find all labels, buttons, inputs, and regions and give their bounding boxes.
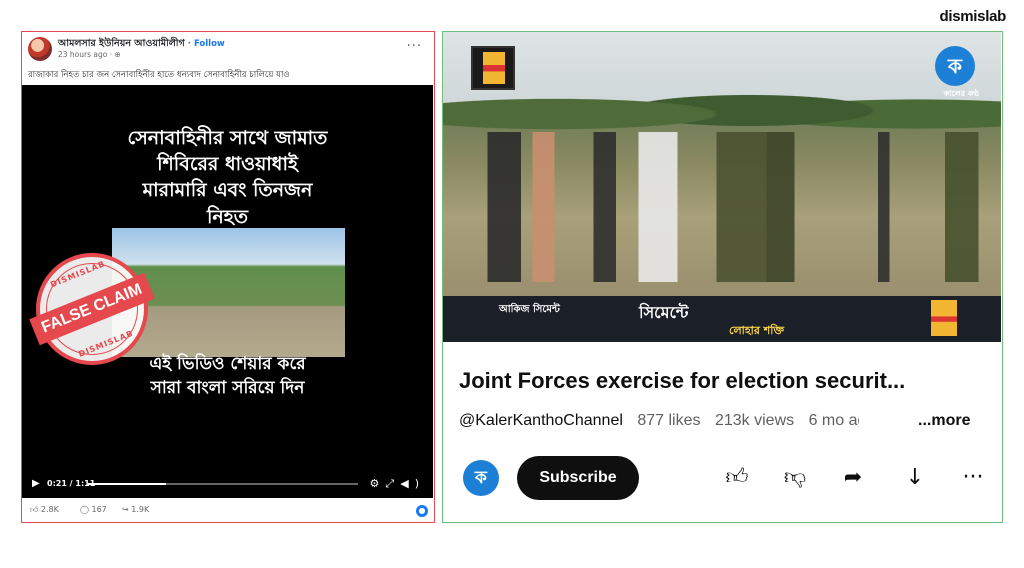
channel-watermark-icon: ক (935, 46, 975, 86)
more-description-link[interactable]: ...more (918, 412, 970, 430)
video-title-text: সেনাবাহিনীর সাথে জামাত শিবিরের ধাওয়াধাই… (22, 125, 433, 230)
volume-icon[interactable]: ◀) (400, 477, 425, 490)
like-count: 2.8K (40, 505, 59, 514)
ad-banner-brand: আকিজ সিমেন্ট (499, 304, 560, 315)
more-actions-icon[interactable]: ··· (957, 462, 989, 494)
share-stat[interactable]: ↪ 1.9K (122, 505, 149, 514)
like-stat[interactable]: 👍︎ 2.8K (30, 505, 59, 515)
subscribe-button[interactable]: Subscribe (517, 456, 639, 500)
video-info: Joint Forces exercise for election secur… (443, 344, 1001, 522)
video-title-line: মারামারি এবং তিনজন (142, 179, 313, 202)
video-meta: @KalerKanthoChannel 877 likes 213k views… (459, 412, 859, 430)
page-avatar[interactable] (28, 37, 52, 61)
more-options-icon[interactable]: ··· (407, 39, 422, 54)
video-title-line: শিবিরের ধাওয়াধাই (157, 153, 298, 176)
progress-bar[interactable] (88, 483, 358, 485)
follow-button[interactable]: · Follow (188, 39, 225, 49)
cement-bag-icon (931, 300, 957, 336)
youtube-video-frame[interactable]: ক কালের কণ্ঠ (443, 32, 1001, 296)
settings-icon[interactable]: ⚙ (370, 477, 386, 490)
youtube-panel: ক কালের কণ্ঠ আকিজ সিমেন্ট সিমেন্টে লোহার… (442, 31, 1003, 523)
dislike-icon[interactable]: 👎︎ (779, 462, 811, 494)
share-icon[interactable]: ➦ (837, 462, 869, 494)
share-count: 1.9K (131, 505, 150, 514)
video-title-line: সেনাবাহিনীর সাথে জামাত (127, 127, 328, 149)
player-control-icons: ⚙⤢◀) (370, 477, 425, 491)
ad-banner-subline: লোহার শক্তি (729, 324, 785, 337)
channel-avatar[interactable]: ক (463, 460, 499, 496)
share-icon: ↪ (122, 505, 129, 514)
page-name-text[interactable]: আমলসার ইউনিয়ন আওয়ামীলীগ (58, 38, 185, 49)
profile-selector-icon[interactable]: ● (416, 505, 428, 517)
ad-banner: আকিজ সিমেন্ট সিমেন্টে লোহার শক্তি (443, 296, 1001, 342)
comment-stat[interactable]: ◯ 167 (80, 505, 107, 514)
brand-logo: dismislab (939, 8, 1007, 25)
comment-count: 167 (91, 505, 107, 514)
like-icon[interactable]: 👍︎ (721, 462, 753, 494)
ad-banner-headline: সিমেন্টে (639, 303, 689, 322)
video-bottom-line: সারা বাংলা সরিয়ে দিন (150, 377, 305, 398)
post-caption: রাজাকার নিহত চার জন সেনাবাহিনীর হাতে ধন্… (28, 70, 290, 80)
player-controls: ▶ 0:21 / 1:11 ⚙⤢◀) (30, 477, 425, 491)
channel-handle[interactable]: @KalerKanthoChannel (459, 412, 623, 429)
video-scene-crowd (443, 132, 1001, 282)
post-timestamp[interactable]: 23 hours ago · ⊕ (58, 50, 121, 59)
sponsor-logo-icon (471, 46, 515, 90)
video-title-line: নিহত (206, 205, 248, 228)
upload-age: 6 mo ago (808, 412, 859, 429)
video-player[interactable]: সেনাবাহিনীর সাথে জামাত শিবিরের ধাওয়াধাই… (22, 85, 433, 498)
facebook-post-panel: আমলসার ইউনিয়ন আওয়ামীলীগ · Follow 23 hou… (21, 31, 435, 523)
like-icon: 👍︎ (30, 505, 39, 514)
video-title[interactable]: Joint Forces exercise for election secur… (459, 368, 989, 394)
post-footer: 👍︎ 2.8K ◯ 167 ↪ 1.9K ● (22, 503, 434, 521)
comment-icon: ◯ (80, 505, 89, 514)
download-icon[interactable]: ↓ (899, 462, 931, 494)
likes-count: 877 likes (637, 412, 701, 429)
fullscreen-icon[interactable]: ⤢ (385, 477, 400, 490)
play-icon[interactable]: ▶ (32, 478, 40, 489)
channel-watermark-text: কালের কণ্ঠ (943, 89, 979, 98)
views-count: 213k views (714, 412, 795, 429)
progress-bar-fill (88, 483, 167, 485)
post-header: আমলসার ইউনিয়ন আওয়ামীলীগ · Follow 23 hou… (28, 37, 428, 65)
